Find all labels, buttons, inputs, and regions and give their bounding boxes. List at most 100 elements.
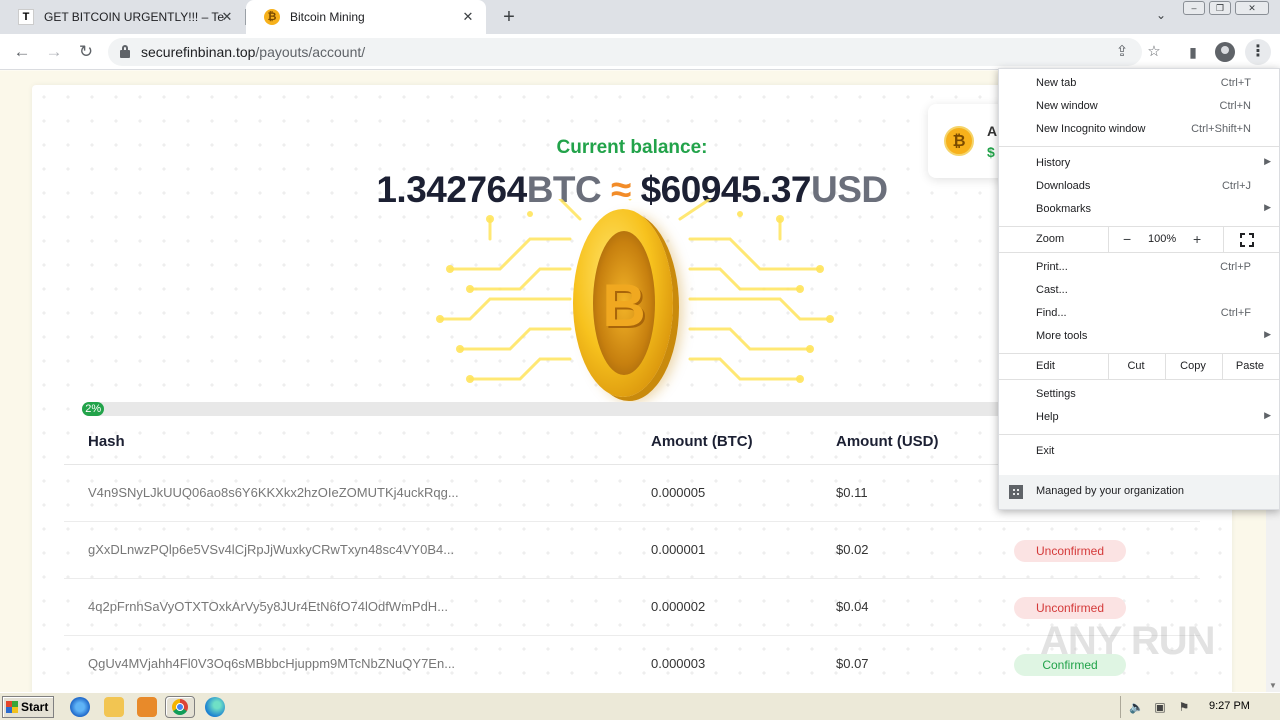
edit-copy-button[interactable]: Copy [1165,360,1221,372]
row-usd: $0.07 [836,656,869,671]
submenu-arrow-icon: ▶ [1264,329,1271,339]
menu-divider [999,146,1279,147]
internet-explorer-icon[interactable] [70,697,90,717]
new-tab-plus-icon[interactable]: + [499,7,519,27]
chrome-taskbar-button[interactable] [165,696,195,718]
status-badge: Unconfirmed [1014,597,1126,619]
row-hash: QgUv4MVjahh4Fl0V3Oq6sMBbbcHjuppm9MTcNbZN… [88,656,456,671]
fullscreen-icon[interactable] [1240,233,1254,247]
menu-divider [999,434,1279,435]
menu-new-tab[interactable]: New tab Ctrl+T [999,72,1279,95]
bitcoin-icon: ₿ [944,126,974,156]
col-hash: Hash [88,433,125,450]
menu-bookmarks[interactable]: Bookmarks ▶ [999,198,1279,221]
row-hash: gXxDLnwzPQlp6e5VSv4lCjRpJjWuxkyCRwTxyn48… [88,542,455,557]
lock-icon[interactable] [120,45,130,58]
menu-cast[interactable]: Cast... [999,279,1279,302]
menu-help[interactable]: Help ▶ [999,406,1279,429]
zoom-in-button[interactable]: + [1193,231,1201,247]
col-amount-usd: Amount (USD) [836,433,939,450]
url-text[interactable]: securefinbinan.top/payouts/account/ [141,44,365,60]
row-hash: 4q2pFrnhSaVyOTXTOxkArVy5y8JUr4EtN6fO74lO… [88,599,449,614]
side-card-value: $ [987,144,995,160]
menu-history[interactable]: History ▶ [999,152,1279,175]
submenu-arrow-icon: ▶ [1264,202,1271,212]
windows-flag-icon [6,701,18,713]
menu-new-incognito[interactable]: New Incognito window Ctrl+Shift+N [999,118,1279,141]
col-amount-btc: Amount (BTC) [651,433,753,450]
menu-find[interactable]: Find... Ctrl+F [999,302,1279,325]
tab-bitcoin-mining[interactable]: ₿ Bitcoin Mining ✕ [246,0,486,34]
menu-downloads[interactable]: Downloads Ctrl+J [999,175,1279,198]
menu-divider [999,379,1279,380]
chrome-menu: New tab Ctrl+T New window Ctrl+N New Incog… [998,68,1280,510]
row-btc: 0.000002 [651,599,706,614]
bitcoin-favicon-icon: ₿ [264,9,280,25]
menu-managed-by-org[interactable]: Managed by your organization [999,475,1279,509]
browser-toolbar: ← → ↻ securefinbinan.top/payouts/account… [0,34,1280,70]
row-btc: 0.000003 [651,656,706,671]
menu-divider [999,252,1279,253]
menu-new-window[interactable]: New window Ctrl+N [999,95,1279,118]
zoom-out-button[interactable]: − [1123,231,1131,247]
tab-strip: T GET BITCOIN URGENTLY!!! – Telegra ✕ ₿ … [0,0,1280,34]
table-row: 4q2pFrnhSaVyOTXTOxkArVy5y8JUr4EtN6fO74lO… [64,579,1200,636]
edit-paste-button[interactable]: Paste [1222,360,1278,372]
network-icon[interactable]: ▣ [1153,700,1167,714]
tab-close-icon[interactable]: ✕ [219,9,235,25]
tab-telegra[interactable]: T GET BITCOIN URGENTLY!!! – Telegra ✕ [0,0,245,34]
reload-icon[interactable]: ↻ [76,42,96,62]
side-panel-icon[interactable]: ▮ [1183,42,1203,62]
clock: 9:27 PM [1209,700,1250,712]
bitcoin-coin-icon: B [573,209,673,397]
bookmark-star-icon[interactable]: ☆ [1144,42,1164,62]
row-btc: 0.000001 [651,542,706,557]
menu-settings[interactable]: Settings [999,383,1279,406]
menu-print[interactable]: Print... Ctrl+P [999,256,1279,279]
row-usd: $0.02 [836,542,869,557]
volume-icon[interactable]: 🔈 [1129,700,1144,714]
row-hash: V4n9SNyLJkUUQ06ao8s6Y6KKXkx2hzOIeZOMUTKj… [88,485,459,500]
row-usd: $0.11 [836,485,868,500]
submenu-arrow-icon: ▶ [1264,156,1271,166]
zoom-level: 100% [1148,233,1177,245]
side-card-title: A [987,123,998,139]
progress-fill: 2% [82,402,105,416]
back-arrow-icon[interactable]: ← [12,42,32,62]
row-btc: 0.000005 [651,485,706,500]
tab-title: GET BITCOIN URGENTLY!!! – Telegra [44,10,224,24]
edit-cut-button[interactable]: Cut [1108,360,1164,372]
forward-arrow-icon[interactable]: → [44,42,64,62]
menu-zoom-row: Zoom − 100% + [999,227,1279,252]
windows-taskbar: Start 🔈 ▣ ⚑ 9:27 PM [0,692,1280,720]
file-explorer-icon[interactable] [104,697,124,717]
share-icon[interactable]: ⇪ [1112,42,1132,62]
table-row: QgUv4MVjahh4Fl0V3Oq6sMBbbcHjuppm9MTcNbZN… [64,636,1200,692]
flag-notification-icon[interactable]: ⚑ [1177,700,1191,714]
tab-title: Bitcoin Mining [290,10,365,24]
restore-icon[interactable]: ❐ [1209,1,1231,15]
system-tray: 🔈 ▣ ⚑ 9:27 PM [1120,696,1278,718]
address-bar[interactable]: securefinbinan.top/payouts/account/ ⇪ ☆ [108,38,1161,66]
tab-search-chevron-icon[interactable]: ⌄ [1152,8,1170,26]
row-usd: $0.04 [836,599,869,614]
anyrun-watermark: ANY RUN [1040,619,1216,663]
scroll-down-arrow-icon[interactable]: ▼ [1269,681,1277,690]
media-player-icon[interactable] [137,697,157,717]
bitcoin-coin-illustration: B [430,199,840,399]
table-row: gXxDLnwzPQlp6e5VSv4lCjRpJjWuxkyCRwTxyn48… [64,522,1200,579]
tab-close-icon[interactable]: ✕ [460,9,476,25]
edge-icon[interactable] [205,697,225,717]
menu-more-tools[interactable]: More tools ▶ [999,325,1279,348]
telegraph-favicon-icon: T [18,9,34,25]
status-badge: Unconfirmed [1014,540,1126,562]
submenu-arrow-icon: ▶ [1264,410,1271,420]
menu-exit[interactable]: Exit [999,440,1279,463]
minimize-icon[interactable]: – [1183,1,1205,15]
building-icon [1009,485,1023,499]
close-window-icon[interactable]: ✕ [1235,1,1269,15]
chrome-menu-kebab-icon[interactable]: ⋮ [1245,39,1271,65]
start-button[interactable]: Start [2,696,54,718]
profile-avatar-icon[interactable] [1215,42,1235,62]
menu-edit-row: Edit Cut Copy Paste [999,354,1279,379]
